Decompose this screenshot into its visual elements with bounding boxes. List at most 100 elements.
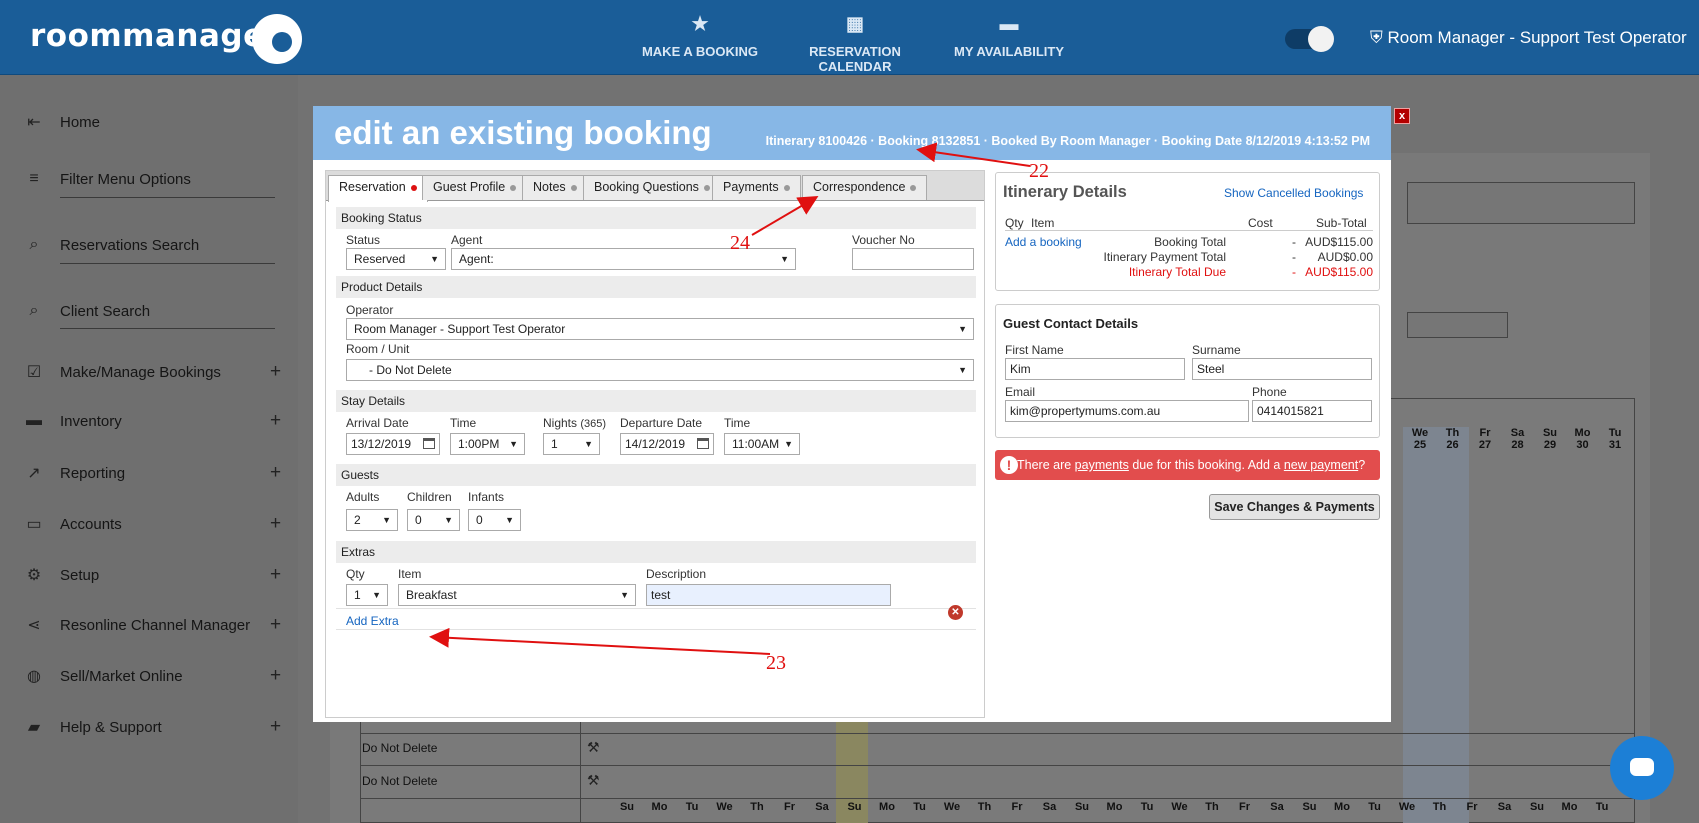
section-guests: Guests [336,464,976,486]
day-of-week: Fr [1466,801,1478,813]
departure-time-label: Time [724,416,751,430]
surname-input[interactable]: Steel [1192,358,1372,380]
departure-date-input[interactable]: 14/12/2019 [620,433,714,455]
expand-icon[interactable]: + [270,665,281,687]
day-of-week: We [943,801,961,813]
extras-item-select[interactable]: Breakfast ▼ [398,584,636,606]
wrench-icon[interactable]: ⚒ [587,772,600,789]
day-of-week: Fr [1011,801,1023,813]
tab-correspondence[interactable]: Correspondence [802,175,928,200]
sidebar-item-home[interactable]: ⇤ Home [24,112,100,132]
divider [336,629,976,630]
share-icon: ⋖ [27,617,41,634]
save-changes-button[interactable]: Save Changes & Payments [1209,494,1380,520]
room-select[interactable]: - Do Not Delete ▼ [346,359,974,381]
trend-icon: ↗ [27,465,41,482]
status-label: Status [346,233,381,247]
sidebar-item-resonline[interactable]: ⋖ Resonline Channel Manager + [24,614,281,635]
calendar-icon[interactable] [423,438,435,449]
day-number: 26 [1446,439,1459,451]
nav-make-booking[interactable]: ★ MAKE A BOOKING [640,14,760,59]
add-booking-link[interactable]: Add a booking [1005,235,1082,249]
expand-icon[interactable]: + [270,564,281,586]
children-select[interactable]: 0 ▼ [407,509,460,531]
expand-icon[interactable]: + [270,716,281,738]
app-logo[interactable]: roommanager [30,18,280,54]
sidebar-item-reporting[interactable]: ↗ Reporting + [24,462,281,483]
status-dot-icon [510,184,517,191]
first-name-label: First Name [1005,343,1064,357]
section-product-details: Product Details [336,276,976,298]
operator-select[interactable]: Room Manager - Support Test Operator ▼ [346,318,974,340]
status-select[interactable]: Reserved ▼ [346,248,446,270]
phone-input[interactable]: 0414015821 [1252,400,1372,422]
divider [1005,230,1373,231]
nav-reservation-calendar[interactable]: ▦ RESERVATION CALENDAR [772,14,938,74]
tab-payments[interactable]: Payments [712,175,801,200]
expand-icon[interactable]: + [270,513,281,535]
day-of-week: Th [750,801,764,813]
add-extra-link[interactable]: Add Extra [346,614,399,628]
new-payment-link[interactable]: new payment [1284,458,1358,472]
infants-label: Infants [468,490,505,504]
sidebar-item-reservations-search[interactable]: ⌕ Reservations Search [24,236,200,254]
sidebar-item-sell-market[interactable]: ◍ Sell/Market Online + [24,665,281,686]
calendar-day-header: Th 26 [1438,427,1468,451]
day-of-week: Th [1445,427,1460,439]
first-name-input[interactable]: Kim [1005,358,1185,380]
operator-name[interactable]: ⛨ Room Manager - Support Test Operator [1370,28,1687,48]
expand-icon[interactable]: + [270,410,281,432]
calendar-icon[interactable] [697,438,709,449]
sidebar-item-setup[interactable]: ⚙ Setup + [24,564,281,585]
infants-select[interactable]: 0 ▼ [468,509,521,531]
status-dot-icon [570,184,577,191]
sidebar-item-client-search[interactable]: ⌕ Client Search [24,302,151,320]
calendar-day-header: We 25 [1405,427,1435,451]
email-input[interactable]: kim@propertymums.com.au [1005,400,1249,422]
nights-label: Nights (365) [543,416,607,430]
arrival-time-select[interactable]: 1:00PM ▼ [450,433,525,455]
nights-select[interactable]: 1 ▼ [543,433,600,455]
extras-qty-select[interactable]: 1 ▼ [346,584,388,606]
section-stay-details: Stay Details [336,390,976,412]
arrival-date-input[interactable]: 13/12/2019 [346,433,440,455]
remove-extra-icon[interactable]: ✕ [948,605,963,620]
sidebar-item-filter[interactable]: ≡ Filter Menu Options [24,170,191,188]
calendar-day-header: Su [1295,801,1325,813]
wrench-icon[interactable]: ⚒ [587,739,600,756]
expand-icon[interactable]: + [270,614,281,636]
expand-icon[interactable]: + [270,361,281,383]
background-bar [1407,182,1635,224]
chat-widget-icon[interactable] [1610,736,1674,800]
section-extras: Extras [336,541,976,563]
sidebar-item-make-manage-bookings[interactable]: ☑ Make/Manage Bookings + [24,361,281,382]
expand-icon[interactable]: + [270,462,281,484]
day-number: 31 [1608,439,1622,451]
day-of-week: Tu [913,801,926,813]
departure-time-select[interactable]: 11:00AM ▼ [724,433,800,455]
chevron-down-icon: ▼ [958,365,967,375]
nav-my-availability[interactable]: ▬ MY AVAILABILITY [950,14,1068,59]
payments-link[interactable]: payments [1075,458,1129,472]
sidebar-item-inventory[interactable]: ▬ Inventory + [24,410,281,431]
sidebar-item-accounts[interactable]: ▭ Accounts + [24,513,281,534]
tab-notes[interactable]: Notes [522,175,588,200]
warning-icon: ! [1000,456,1018,474]
day-of-week: Tu [1140,801,1154,813]
calendar-day-header: Su [840,801,870,813]
tab-reservation[interactable]: Reservation [328,175,428,202]
calendar-day-header: We [710,801,740,813]
extras-description-input[interactable]: test [646,584,891,606]
tab-booking-questions[interactable]: Booking Questions [583,175,721,200]
show-cancelled-link[interactable]: Show Cancelled Bookings [1224,186,1363,200]
chevron-down-icon: ▼ [784,439,793,449]
back-arrow-icon: ⇤ [27,114,41,131]
close-icon[interactable]: x [1394,108,1410,124]
voucher-input[interactable] [852,248,974,270]
day-number: 25 [1413,439,1427,451]
mode-toggle[interactable] [1285,26,1334,52]
tab-guest-profile[interactable]: Guest Profile [422,175,528,200]
adults-select[interactable]: 2 ▼ [346,509,398,531]
sidebar-item-help[interactable]: ▰ Help & Support + [24,716,281,737]
gear-icon: ⚙ [26,567,42,584]
